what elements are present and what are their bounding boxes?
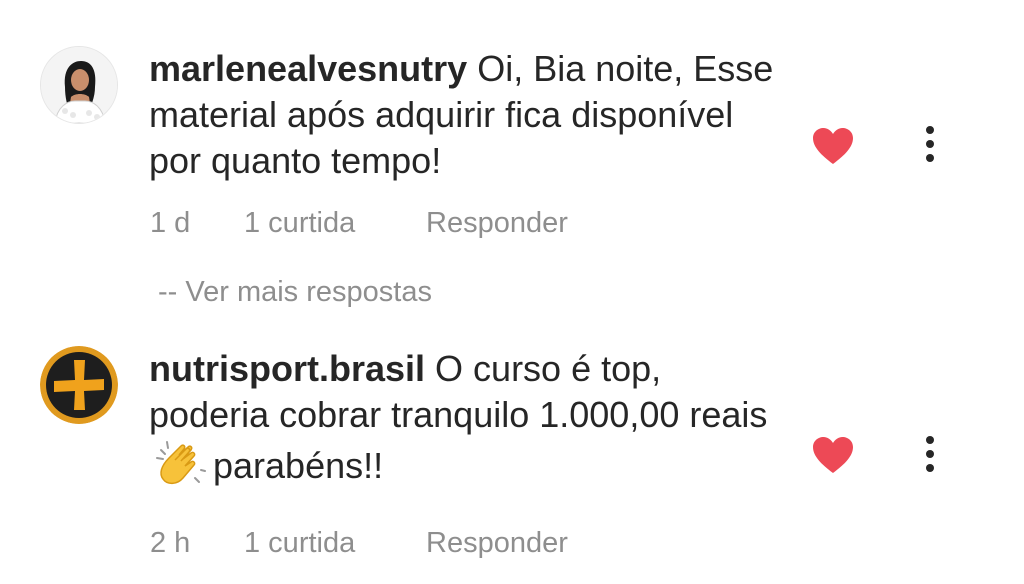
avatar[interactable] [40,346,118,424]
comment-body: marlenealvesnutry Oi, Bia noite, Esse ma… [149,46,789,184]
avatar[interactable] [40,46,118,124]
comment-time: 1 d [150,207,191,239]
view-more-replies-link[interactable]: -- Ver mais respostas [158,276,432,309]
comment-meta: 1 d 1 curtida Responder [150,207,568,240]
more-options-button[interactable] [912,432,948,476]
comment-meta: 2 h 1 curtida Responder [150,527,568,560]
comment-text-end: parabéns!! [213,445,384,486]
comment-likes[interactable]: 1 curtida [244,207,426,240]
comment-username[interactable]: marlenealvesnutry [149,48,467,89]
clapping-hands-icon [155,438,207,490]
comment-time: 2 h [150,527,191,559]
like-button[interactable] [811,435,855,475]
reply-button[interactable]: Responder [426,527,568,560]
reply-button[interactable]: Responder [426,207,568,240]
comment-item: nutrisport.brasil O curso é top, poderia… [0,318,1024,584]
more-options-button[interactable] [912,122,948,166]
profile-photo-icon [41,47,117,123]
heart-icon [813,437,853,473]
like-button[interactable] [811,126,855,166]
heart-icon [813,128,853,164]
comment-username[interactable]: nutrisport.brasil [149,348,425,389]
plus-logo-icon [40,346,118,424]
comment-body: nutrisport.brasil O curso é top, poderia… [149,346,789,490]
comment-item: marlenealvesnutry Oi, Bia noite, Esse ma… [0,0,1024,270]
comment-likes[interactable]: 1 curtida [244,527,426,560]
